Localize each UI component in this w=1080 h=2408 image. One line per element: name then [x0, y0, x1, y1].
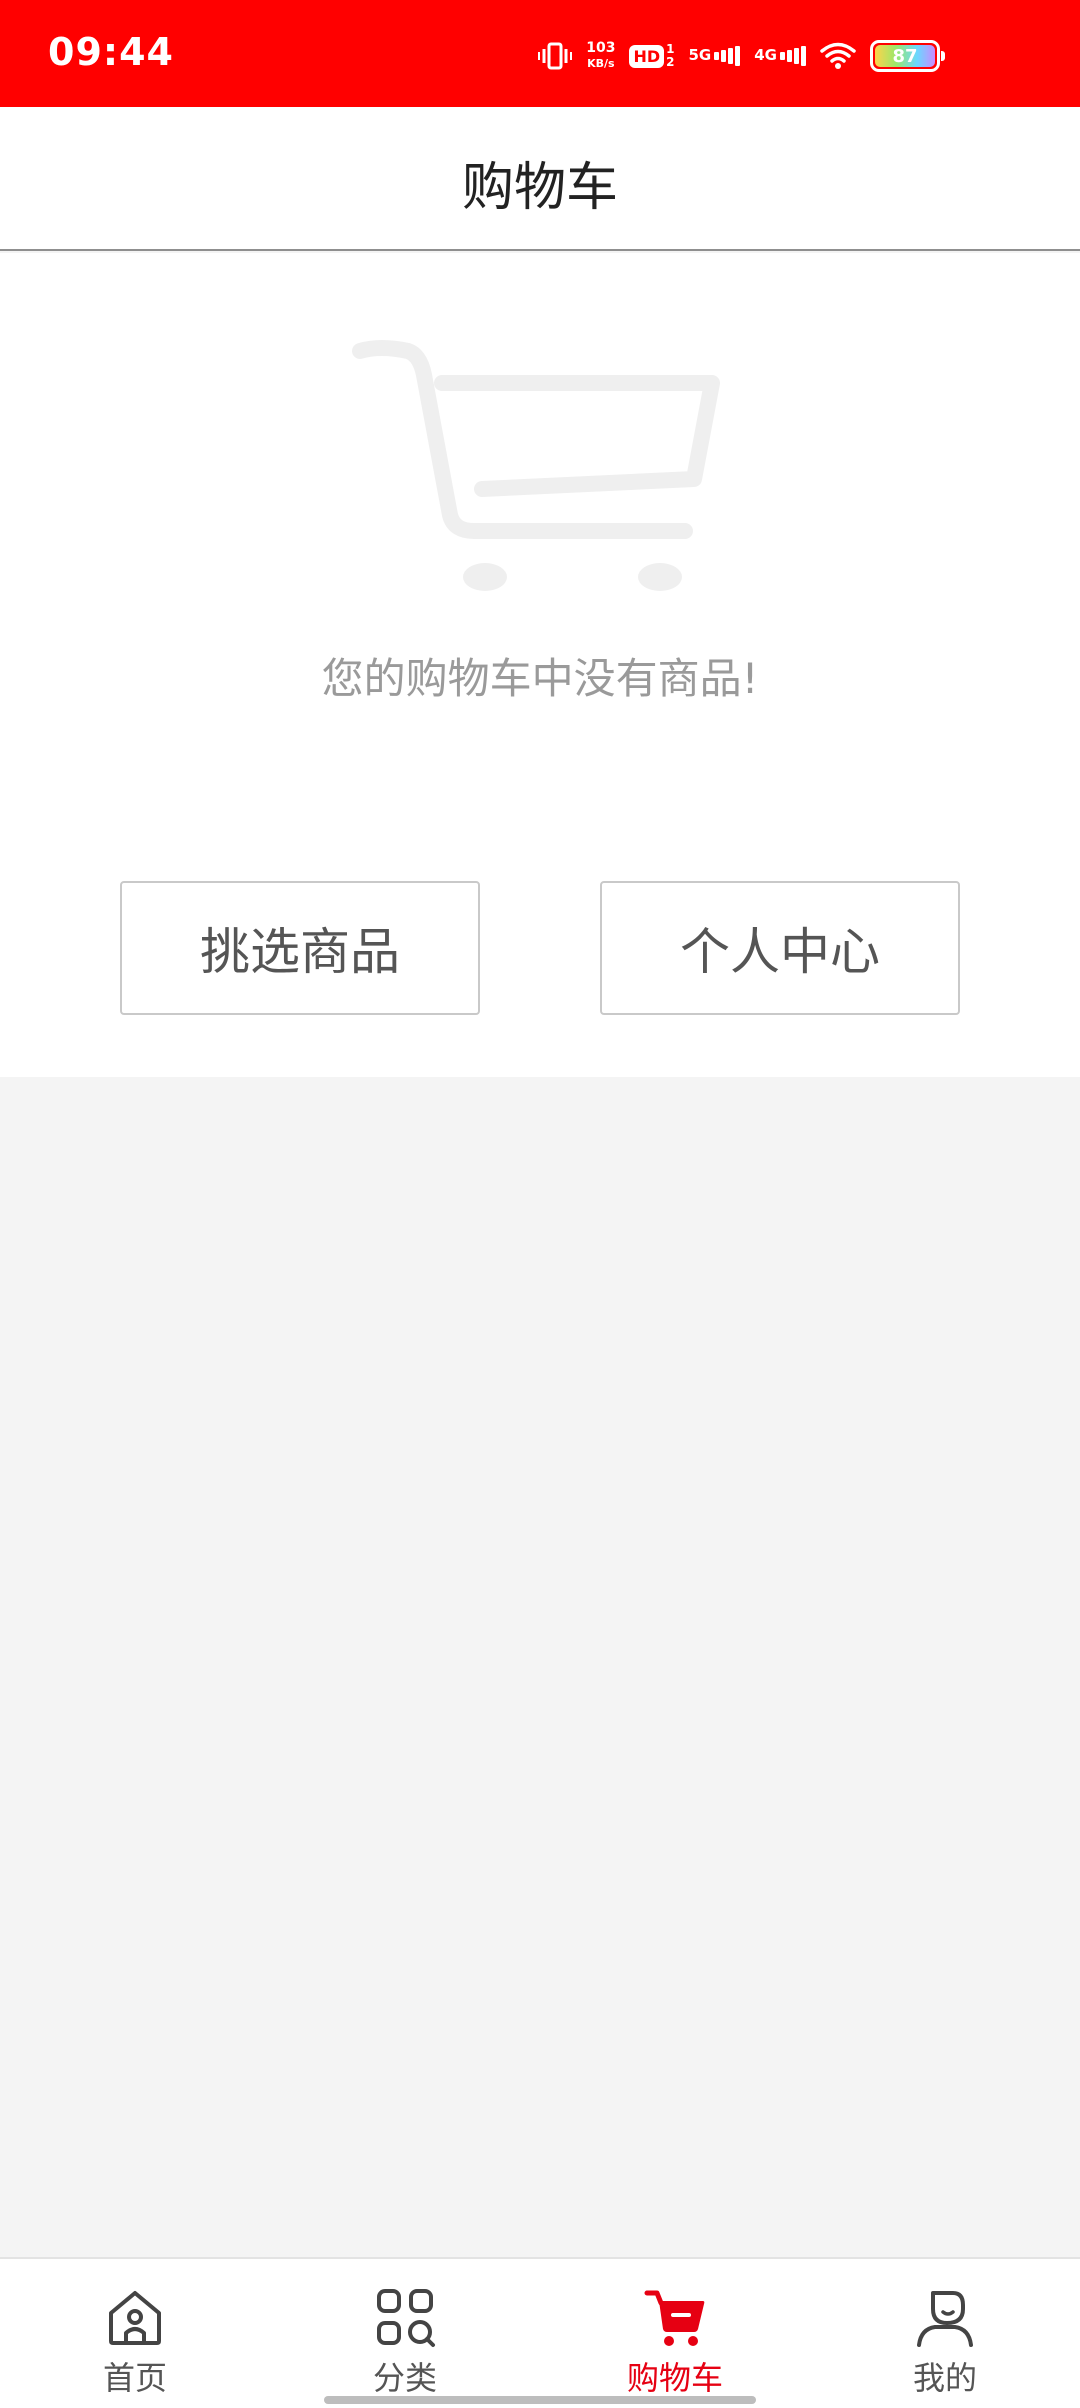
hd-sub: 1 2: [666, 43, 674, 69]
home-icon: [109, 2291, 161, 2345]
vibrate-icon: [538, 41, 573, 71]
page-header: 购物车: [0, 107, 1080, 251]
nav-label-me: 我的: [912, 2359, 977, 2397]
net-speed-value: 103: [586, 40, 616, 56]
hd-icon: HD 1 2: [629, 43, 675, 69]
net-speed: 103 KB/s: [586, 41, 615, 71]
signal-4g-label: 4G: [754, 46, 777, 64]
signal-4g-icon: 4G: [754, 46, 806, 66]
hd-sub-bottom: 2: [666, 55, 675, 69]
signal-5g-label: 5G: [688, 46, 712, 64]
nav-label-home: 首页: [102, 2359, 167, 2397]
nav-item-home[interactable]: 首页: [0, 2259, 270, 2408]
empty-cart-illustration: [352, 340, 720, 591]
status-icons: 103 KB/s HD 1 2 5G 4G 87: [538, 36, 945, 76]
wifi-icon: [820, 41, 856, 71]
hd-label: HD: [629, 44, 665, 68]
nav-label-category: 分类: [372, 2359, 437, 2397]
user-icon: [917, 2291, 973, 2347]
browse-products-button[interactable]: 挑选商品: [120, 881, 480, 1015]
nav-item-me[interactable]: 我的: [810, 2259, 1080, 2408]
battery-icon: 87: [870, 40, 945, 72]
status-bar: 09:44 103 KB/s HD 1 2 5G 4G 87: [0, 0, 1080, 107]
signal-5g-icon: 5G: [689, 46, 741, 66]
empty-cart-panel: 您的购物车中没有商品! 挑选商品 个人中心: [0, 253, 1080, 1077]
empty-cart-message: 您的购物车中没有商品!: [321, 654, 759, 703]
bottom-nav: 首页 分类 购物车 我的: [0, 2257, 1080, 2408]
nav-item-category[interactable]: 分类: [270, 2259, 540, 2408]
status-time: 09:44: [48, 30, 174, 74]
battery-level: 87: [875, 45, 935, 67]
profile-center-button[interactable]: 个人中心: [600, 881, 960, 1015]
nav-label-cart: 购物车: [626, 2359, 723, 2397]
home-indicator[interactable]: [324, 2396, 756, 2404]
nav-item-cart[interactable]: 购物车: [540, 2259, 810, 2408]
net-speed-unit: KB/s: [587, 57, 615, 70]
cart-icon: [644, 2290, 705, 2346]
page-title: 购物车: [461, 158, 618, 218]
category-icon: [377, 2289, 435, 2347]
